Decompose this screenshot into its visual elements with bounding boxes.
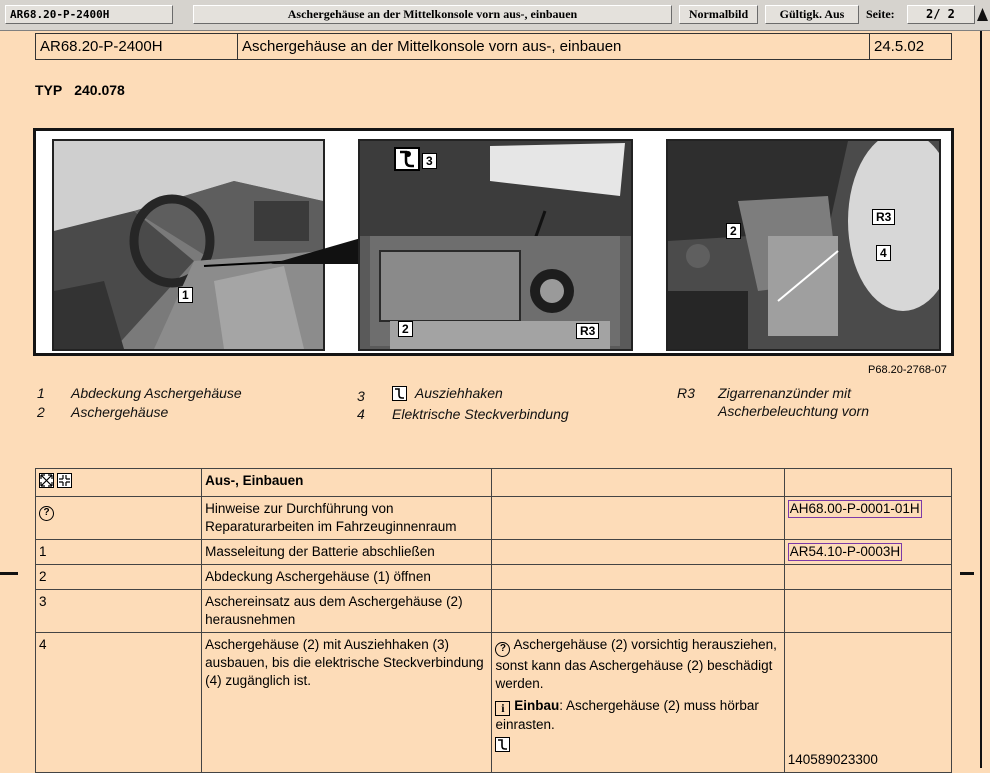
legend-num-4: 4 <box>357 406 365 422</box>
header-title: Aschergehäuse an der Mittelkonsole vorn … <box>238 34 870 59</box>
right-margin-marker <box>960 572 974 575</box>
install-note: i Einbau: Aschergehäuse (2) muss hörbar … <box>495 697 780 734</box>
step-text: Aschereinsatz aus dem Aschergehäuse (2) … <box>201 589 493 633</box>
scroll-up-arrow-icon[interactable] <box>976 5 989 24</box>
type-value: 240.078 <box>74 82 125 98</box>
step-note <box>491 589 785 633</box>
zoom-connector <box>271 238 361 264</box>
step-ref-cell <box>783 564 953 590</box>
tool-number: 140589023300 <box>787 752 878 767</box>
table-header-row: Aus-, Einbauen <box>34 468 953 497</box>
hint-icon: ? <box>39 506 54 521</box>
illustration: 1 3 2 R3 2 R3 4 <box>33 128 954 356</box>
step-number: 2 <box>34 564 203 590</box>
puller-hook-icon <box>495 737 511 752</box>
step-cell: ? <box>34 496 203 540</box>
legend-text-2: Aschergehäuse <box>71 404 169 420</box>
toolbar: AR68.20-P-2400H Aschergehäuse an der Mit… <box>0 0 990 31</box>
step-ref-cell: AR54.10-P-0003H <box>783 539 953 565</box>
photo-connector: 2 R3 4 <box>666 139 941 351</box>
step-ref-cell: AH68.00-P-0001-01H <box>783 496 953 540</box>
legend-text-r3-line2: Ascherbeleuchtung vorn <box>718 403 869 419</box>
legend-item-3: Ausziehhaken <box>392 385 503 401</box>
table-row: 4 Aschergehäuse (2) mit Ausziehhaken (3)… <box>34 632 953 773</box>
collapse-all-icon[interactable] <box>57 473 72 488</box>
step-text: Aschergehäuse (2) mit Ausziehhaken (3) a… <box>201 632 493 773</box>
left-margin-marker <box>0 572 18 575</box>
scrollbar-track[interactable] <box>980 31 982 768</box>
reference-link[interactable]: AH68.00-P-0001-01H <box>787 500 922 518</box>
step-number: 4 <box>34 632 203 773</box>
info-icon: i <box>495 701 511 716</box>
step-ref-cell <box>783 589 953 633</box>
connector-drawing <box>668 141 939 349</box>
legend-text-1: Abdeckung Aschergehäuse <box>71 385 242 401</box>
expand-all-icon[interactable] <box>39 473 54 488</box>
legend-num-r3: R3 <box>677 385 695 401</box>
vertical-scrollbar[interactable] <box>972 31 990 768</box>
step-ref-cell: 140589023300 <box>783 632 953 773</box>
step-text: Hinweise zur Durchführung von Reparatura… <box>201 496 493 540</box>
step-text: Abdeckung Aschergehäuse (1) öffnen <box>201 564 493 590</box>
callout-detail-r3: R3 <box>872 209 896 225</box>
legend-text-4: Elektrische Steckverbindung <box>392 406 569 422</box>
figure-id: P68.20-2768-07 <box>868 364 947 376</box>
table-row: 2 Abdeckung Aschergehäuse (1) öffnen <box>34 564 953 590</box>
callout-1: 1 <box>178 287 193 303</box>
callout-detail-2: 2 <box>726 223 741 239</box>
expand-collapse-cell <box>34 468 203 497</box>
step-number: 1 <box>34 539 203 565</box>
table-row: 1 Masseleitung der Batterie abschließen … <box>34 539 953 565</box>
table-header-title: Aus-, Einbauen <box>201 468 493 497</box>
legend-text-r3-line1: Zigarrenanzünder mit <box>718 385 852 401</box>
photo-ashtray: 3 2 R3 <box>358 139 633 351</box>
legend-num-2: 2 <box>37 404 45 420</box>
step-number: 3 <box>34 589 203 633</box>
reference-link[interactable]: AR54.10-P-0003H <box>787 543 903 561</box>
document-header: AR68.20-P-2400H Aschergehäuse an der Mit… <box>35 33 952 60</box>
step-note <box>491 539 785 565</box>
legend-text-3: Ausziehhaken <box>414 385 503 401</box>
step-note <box>491 496 785 540</box>
table-header-note <box>491 468 785 497</box>
type-label: TYP <box>35 82 63 98</box>
header-code: AR68.20-P-2400H <box>36 34 238 59</box>
puller-hook-icon <box>392 386 407 401</box>
tool-hint <box>495 736 780 754</box>
caution-text: Aschergehäuse (2) vorsichtig herausziehe… <box>495 637 777 691</box>
callout-r3: R3 <box>576 323 600 339</box>
page-indicator: 2/ 2 <box>907 5 975 24</box>
install-label: Einbau <box>514 698 560 713</box>
validity-off-button[interactable]: Gültigk. Aus <box>765 5 859 24</box>
page-label: Seite: <box>866 7 895 21</box>
step-note <box>491 564 785 590</box>
header-date: 24.5.02 <box>874 38 925 55</box>
document-title-field: Aschergehäuse an der Mittelkonsole vorn … <box>193 5 672 24</box>
step-text: Masseleitung der Batterie abschließen <box>201 539 493 565</box>
table-row: ? Hinweise zur Durchführung von Reparatu… <box>34 496 953 540</box>
legend-num-3: 3 <box>357 388 365 404</box>
normal-view-button[interactable]: Normalbild <box>679 5 758 24</box>
legend-num-1: 1 <box>37 385 45 401</box>
callout-detail-4: 4 <box>876 245 891 261</box>
hint-icon: ? <box>495 642 511 657</box>
callout-2: 2 <box>398 321 413 337</box>
callout-3: 3 <box>422 153 437 169</box>
caution-note: ? Aschergehäuse (2) vorsichtig herauszie… <box>495 636 780 693</box>
document-code-field: AR68.20-P-2400H <box>5 5 173 24</box>
step-note-cell: ? Aschergehäuse (2) vorsichtig herauszie… <box>491 632 785 773</box>
vehicle-type: TYP 240.078 <box>35 82 125 98</box>
puller-hook-icon <box>394 147 420 171</box>
table-header-ref <box>783 468 953 497</box>
table-row: 3 Aschereinsatz aus dem Aschergehäuse (2… <box>34 589 953 633</box>
steps-table: Aus-, Einbauen ? Hinweise zur Durchführu… <box>34 468 953 773</box>
